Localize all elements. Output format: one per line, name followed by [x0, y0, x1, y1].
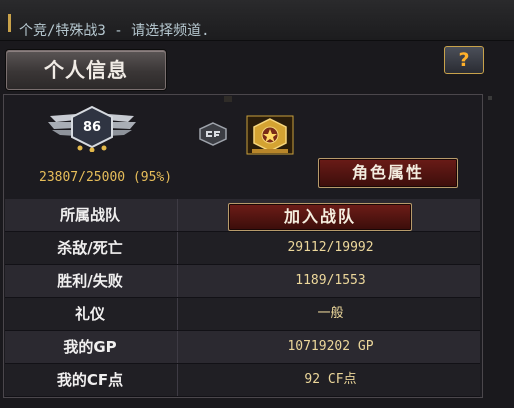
decor-speck	[488, 96, 492, 100]
stats-value: 10719202 GP	[287, 339, 374, 354]
stats-label: 所属战队	[59, 206, 120, 224]
column-divider	[177, 199, 178, 231]
column-divider	[177, 232, 178, 264]
column-divider	[177, 331, 178, 363]
cf-logo-icon	[199, 122, 227, 146]
stats-label: 我的CF点	[56, 371, 124, 389]
character-attributes-button[interactable]: 角色属性	[318, 158, 458, 188]
personal-info-screen: 个竞/特殊战3 - 请选择频道. 个人信息 ? 86 23807/25000 (…	[0, 0, 514, 408]
help-button[interactable]: ?	[444, 46, 484, 74]
stats-value: 29112/19992	[287, 240, 374, 255]
column-divider	[177, 265, 178, 297]
gold-medal-icon	[246, 115, 294, 155]
column-divider	[177, 298, 178, 330]
stats-label: 胜利/失败	[57, 272, 123, 290]
channel-bar-accent	[8, 14, 11, 32]
personal-info-button[interactable]: 个人信息	[6, 50, 166, 90]
channel-text: 个竞/特殊战3 - 请选择频道.	[19, 23, 210, 39]
stats-label: 我的GP	[63, 338, 117, 356]
stats-label: 礼仪	[74, 305, 105, 323]
stats-row-cf-points: 我的CF点 92 CF点	[5, 364, 480, 397]
stats-row-gp: 我的GP 10719202 GP	[5, 331, 480, 364]
stats-label: 杀敌/死亡	[57, 239, 123, 257]
experience-progress-text: 23807/25000 (95%)	[39, 170, 173, 185]
stats-value: 92 CF点	[304, 372, 357, 387]
channel-bar: 个竞/特殊战3 - 请选择频道.	[0, 0, 514, 41]
decor-speck	[224, 96, 232, 102]
stats-row-kills-deaths: 杀敌/死亡 29112/19992	[5, 232, 480, 265]
stats-row-wins-losses: 胜利/失败 1189/1553	[5, 265, 480, 298]
stats-row-etiquette: 礼仪 一般	[5, 298, 480, 331]
stats-value: 1189/1553	[295, 273, 366, 288]
rank-level: 86	[82, 120, 102, 135]
join-clan-button[interactable]: 加入战队	[228, 203, 412, 231]
stats-value: 一般	[317, 306, 344, 321]
column-divider	[177, 364, 178, 396]
